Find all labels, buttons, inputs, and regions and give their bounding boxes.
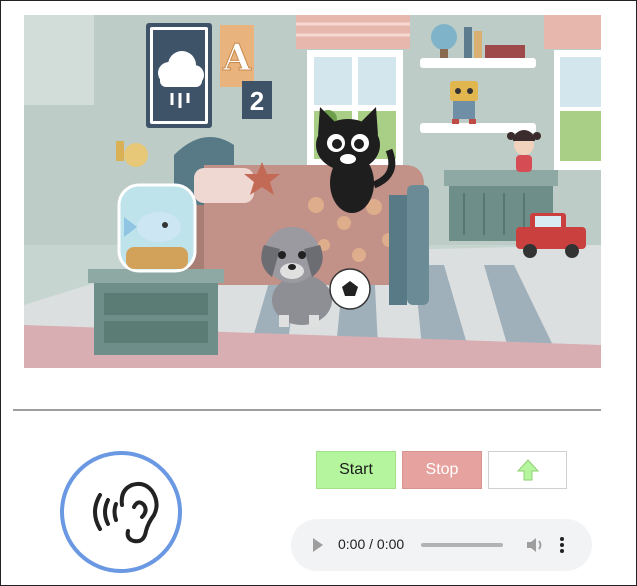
ear-sound-icon <box>93 481 159 544</box>
more-options-icon[interactable] <box>559 535 565 555</box>
volume-icon[interactable] <box>525 535 545 555</box>
svg-text:2: 2 <box>250 86 264 116</box>
upload-button[interactable] <box>488 451 567 489</box>
start-label: Start <box>339 461 373 478</box>
divider <box>13 409 601 411</box>
nightstand <box>88 269 224 355</box>
fishbowl <box>117 183 197 273</box>
soccer-ball <box>329 268 371 310</box>
listen-icon <box>60 451 182 573</box>
arrow-up-icon <box>516 459 539 481</box>
cloud-poster <box>146 23 212 128</box>
start-button[interactable]: Start <box>316 451 396 489</box>
robot-toy <box>450 81 478 124</box>
scene-image: A 2 <box>24 15 601 368</box>
audio-player: 0:00 / 0:00 <box>291 519 592 571</box>
play-icon[interactable] <box>311 536 325 554</box>
audio-progress-bar[interactable] <box>421 543 503 547</box>
bedroom-scene: A 2 <box>24 15 601 368</box>
svg-text:A: A <box>222 37 252 79</box>
stop-button[interactable]: Stop <box>402 451 482 489</box>
audio-time: 0:00 / 0:00 <box>338 536 405 552</box>
stop-label: Stop <box>425 461 459 478</box>
